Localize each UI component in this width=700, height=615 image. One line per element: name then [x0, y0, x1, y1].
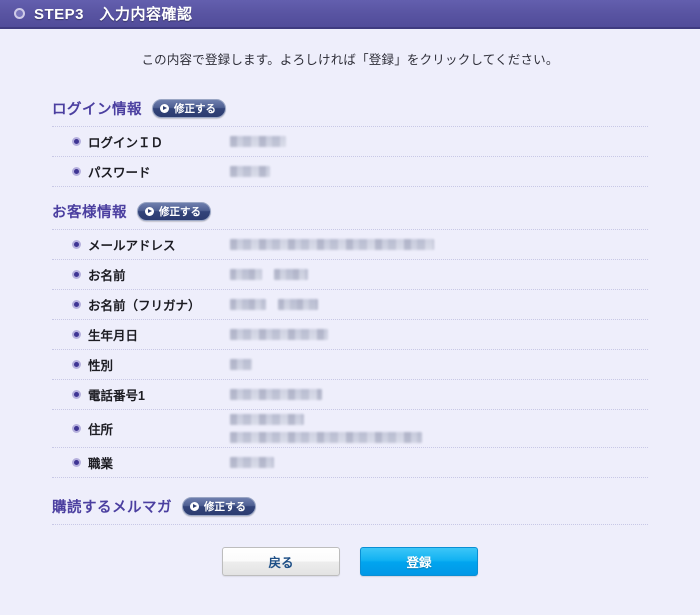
sections-container: ログイン情報 修正する ログインＩＤ パスワード お客様情報 修正する メールア…	[0, 98, 700, 576]
page-body: この内容で登録します。よろしければ「登録」をクリックしてください。 ログイン情報…	[0, 29, 700, 576]
row-value-cell	[230, 269, 648, 280]
row-value-cell	[230, 239, 648, 250]
row-label-cell: 住所	[52, 419, 230, 438]
row-label-text: 住所	[88, 423, 114, 437]
play-circle-icon	[145, 207, 154, 216]
bullet-icon	[72, 458, 81, 467]
table-row: 職業	[52, 448, 648, 478]
row-value-cell	[230, 136, 648, 147]
table-row: お名前（フリガナ）	[52, 290, 648, 320]
redacted-value	[230, 432, 422, 443]
table-row: 住所	[52, 410, 648, 448]
footer-actions: 戻る 登録	[52, 547, 648, 576]
table-row: 電話番号1	[52, 380, 648, 410]
edit-button-label: 修正する	[174, 103, 216, 115]
row-label-cell: お名前	[52, 265, 230, 284]
rows-customer-info: メールアドレス お名前 お名前（フリガナ） 生年月日 性別 電話番号1 住所 職…	[52, 229, 648, 478]
row-value-cell	[230, 414, 648, 443]
table-row: お名前	[52, 260, 648, 290]
row-label-text: 職業	[88, 457, 114, 471]
page-title: STEP3 入力内容確認	[34, 6, 193, 23]
bullet-icon	[72, 390, 81, 399]
redacted-value	[230, 136, 286, 147]
row-label-text: お名前	[88, 269, 126, 283]
submit-button[interactable]: 登録	[360, 547, 478, 576]
redacted-value	[230, 269, 648, 280]
redacted-value	[230, 457, 274, 468]
bullet-icon	[72, 137, 81, 146]
row-label-text: メールアドレス	[88, 239, 176, 253]
bullet-icon	[72, 300, 81, 309]
row-label-text: 生年月日	[88, 329, 139, 343]
redacted-value	[230, 414, 304, 425]
intro-text: この内容で登録します。よろしければ「登録」をクリックしてください。	[141, 53, 559, 67]
redacted-value	[230, 166, 270, 177]
redacted-value	[230, 239, 434, 250]
bullet-icon	[72, 360, 81, 369]
row-label-cell: パスワード	[52, 162, 230, 181]
row-value-cell	[230, 359, 648, 370]
page-header: STEP3 入力内容確認	[0, 0, 700, 29]
row-label-text: 電話番号1	[88, 389, 145, 403]
bullet-icon	[72, 270, 81, 279]
row-value-cell	[230, 166, 648, 177]
table-row: 生年月日	[52, 320, 648, 350]
section-title-login-info: ログイン情報	[52, 102, 142, 118]
row-label-text: お名前（フリガナ）	[88, 299, 201, 313]
redacted-value	[230, 389, 322, 400]
confirmation-page: STEP3 入力内容確認 この内容で登録します。よろしければ「登録」をクリックし…	[0, 0, 700, 615]
table-row: パスワード	[52, 157, 648, 187]
row-label-cell: ログインＩＤ	[52, 132, 230, 151]
row-value-cell	[230, 329, 648, 340]
edit-button-label: 修正する	[159, 206, 201, 218]
section-customer-info: お客様情報 修正する メールアドレス お名前 お名前（フリガナ） 生年月日 性別…	[52, 201, 648, 478]
bullet-icon	[72, 240, 81, 249]
row-label-text: ログインＩＤ	[88, 136, 164, 150]
table-row: 性別	[52, 350, 648, 380]
table-row: ログインＩＤ	[52, 127, 648, 157]
row-label-cell: 性別	[52, 355, 230, 374]
redacted-value	[230, 329, 328, 340]
section-header-login-info: ログイン情報 修正する	[52, 98, 648, 119]
edit-button-newsletter[interactable]: 修正する	[182, 497, 256, 516]
section-divider	[52, 524, 648, 525]
row-label-cell: メールアドレス	[52, 235, 230, 254]
row-label-cell: 職業	[52, 453, 230, 472]
play-circle-icon	[160, 104, 169, 113]
ring-icon	[14, 8, 25, 19]
section-newsletter: 購読するメルマガ 修正する	[52, 496, 648, 525]
section-header-newsletter: 購読するメルマガ 修正する	[52, 496, 648, 517]
section-title-newsletter: 購読するメルマガ	[52, 500, 172, 516]
redacted-value	[230, 359, 252, 370]
row-label-cell: お名前（フリガナ）	[52, 295, 230, 314]
back-button[interactable]: 戻る	[222, 547, 340, 576]
row-value-cell	[230, 299, 648, 310]
section-title-customer-info: お客様情報	[52, 205, 127, 221]
bullet-icon	[72, 167, 81, 176]
redacted-value	[230, 299, 648, 310]
section-header-customer-info: お客様情報 修正する	[52, 201, 648, 222]
bullet-icon	[72, 424, 81, 433]
bullet-icon	[72, 330, 81, 339]
table-row: メールアドレス	[52, 230, 648, 260]
section-login-info: ログイン情報 修正する ログインＩＤ パスワード	[52, 98, 648, 187]
edit-button-login-info[interactable]: 修正する	[152, 99, 226, 118]
row-value-cell	[230, 389, 648, 400]
row-label-cell: 生年月日	[52, 325, 230, 344]
row-label-text: パスワード	[88, 166, 151, 180]
rows-login-info: ログインＩＤ パスワード	[52, 126, 648, 187]
play-circle-icon	[190, 502, 199, 511]
edit-button-label: 修正する	[204, 501, 246, 513]
edit-button-customer-info[interactable]: 修正する	[137, 202, 211, 221]
row-value-cell	[230, 457, 648, 468]
row-label-text: 性別	[88, 359, 114, 373]
row-label-cell: 電話番号1	[52, 385, 230, 404]
